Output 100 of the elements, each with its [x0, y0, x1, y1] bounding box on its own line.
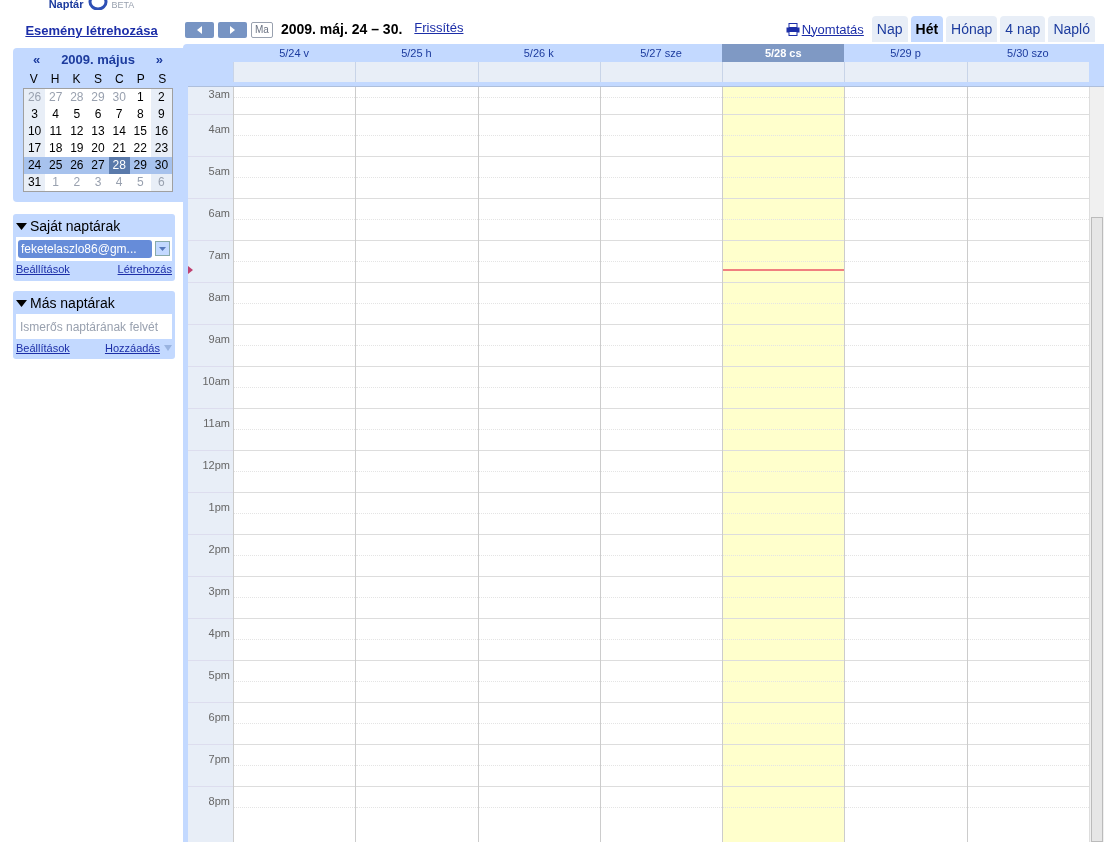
hour-label: 8pm	[208, 795, 230, 807]
refresh-link[interactable]: Frissítés	[414, 18, 464, 38]
day-cell[interactable]: 21	[108, 139, 130, 157]
day-cell[interactable]: 19	[66, 139, 88, 157]
scrollbar[interactable]	[1088, 87, 1104, 842]
day-cell[interactable]: 1	[129, 88, 151, 106]
all-day-cell[interactable]	[477, 62, 600, 82]
add-link[interactable]: Hozzáadás	[104, 339, 160, 357]
day-header[interactable]: 5/24 v	[233, 44, 356, 62]
day-cell[interactable]: 25	[45, 156, 67, 174]
next-month-button[interactable]: »	[155, 49, 163, 70]
day-column[interactable]	[844, 87, 967, 842]
day-column[interactable]	[722, 87, 845, 842]
day-cell[interactable]: 6	[87, 105, 109, 123]
day-cell[interactable]: 13	[87, 122, 109, 140]
hour-label: 7pm	[208, 753, 230, 765]
day-column[interactable]	[477, 87, 600, 842]
weekday-label: P	[135, 70, 146, 88]
previous-button[interactable]	[185, 21, 214, 38]
day-cell[interactable]: 20	[87, 139, 109, 157]
day-header[interactable]: 5/26 k	[477, 44, 600, 62]
day-cell[interactable]: 7	[108, 105, 130, 123]
all-day-cell[interactable]	[355, 62, 478, 82]
view-tab[interactable]: Nap	[871, 16, 908, 42]
day-cell[interactable]: 4	[45, 105, 67, 123]
logo-icon	[87, 0, 108, 10]
hour-label: 7am	[208, 249, 230, 261]
weekday-label: K	[71, 70, 82, 88]
day-column[interactable]	[966, 87, 1089, 842]
settings-link[interactable]: Beállítások	[16, 339, 70, 357]
current-time-marker-icon	[188, 266, 193, 274]
all-day-cell[interactable]	[722, 62, 845, 82]
day-cell[interactable]: 26	[66, 156, 88, 174]
settings-link[interactable]: Beállítások	[16, 261, 70, 278]
day-cell[interactable]: 24	[24, 156, 46, 174]
view-tab[interactable]: Hónap	[946, 16, 998, 42]
day-header[interactable]: 5/25 h	[355, 44, 478, 62]
calendar-menu-button[interactable]	[155, 241, 170, 256]
hour-label: 8am	[208, 291, 230, 303]
hour-label: 11am	[203, 417, 230, 429]
day-column[interactable]	[233, 87, 356, 842]
day-header[interactable]: 5/29 p	[844, 44, 967, 62]
day-cell[interactable]: 8	[129, 105, 151, 123]
printer-icon	[785, 22, 800, 36]
day-cell[interactable]: 22	[129, 139, 151, 157]
hour-label: 5am	[208, 165, 230, 177]
day-cell[interactable]: 15	[129, 122, 151, 140]
hour-label: 10am	[202, 375, 230, 387]
hour-label: 12pm	[202, 459, 230, 471]
view-tab[interactable]: Hét	[910, 16, 944, 42]
right-arrow-icon	[230, 25, 235, 34]
expand-icon	[16, 223, 27, 230]
all-day-cell[interactable]	[233, 62, 356, 82]
create-link[interactable]: Létrehozás	[117, 261, 172, 278]
day-header[interactable]: 5/30 szo	[966, 44, 1089, 62]
all-day-cell[interactable]	[844, 62, 967, 82]
day-cell[interactable]: 11	[45, 122, 67, 140]
day-column[interactable]	[355, 87, 478, 842]
all-day-cell[interactable]	[599, 62, 723, 82]
view-tab[interactable]: 4 nap	[1000, 16, 1046, 42]
add-calendar-field[interactable]: Ismerős naptárának felvét	[16, 313, 172, 339]
hour-label: 4pm	[208, 627, 230, 639]
hour-label: 3am	[208, 88, 230, 100]
day-cell[interactable]: 29	[129, 156, 151, 174]
section-title[interactable]: Saját naptárak	[30, 216, 121, 237]
weekday-label: S	[93, 70, 103, 88]
day-cell[interactable]: 5	[66, 105, 88, 123]
all-day-cell[interactable]	[966, 62, 1089, 82]
weekday-label: S	[157, 70, 168, 88]
expand-icon	[16, 300, 27, 307]
hour-label: 6pm	[208, 711, 230, 723]
hour-label: 6am	[208, 207, 230, 219]
print-link[interactable]: Nyomtatás	[801, 19, 864, 39]
today-button[interactable]: Ma	[251, 21, 273, 38]
day-cell[interactable]: 18	[45, 139, 67, 157]
month-title: 2009. május	[61, 50, 135, 69]
day-cell[interactable]: 28	[108, 156, 130, 174]
next-button[interactable]	[218, 21, 247, 38]
day-cell[interactable]: 14	[108, 122, 130, 140]
day-header[interactable]: 5/27 sze	[599, 44, 723, 62]
caret-icon	[164, 345, 172, 351]
day-cell[interactable]: 27	[87, 156, 109, 174]
caret-icon	[159, 246, 166, 251]
create-event-link[interactable]: Esemény létrehozása	[25, 21, 158, 41]
day-cell[interactable]: 2	[150, 88, 172, 106]
view-tab[interactable]: Napló	[1048, 16, 1095, 42]
hour-label: 9am	[208, 333, 230, 345]
section-title[interactable]: Más naptárak	[30, 293, 115, 314]
weekday-label: C	[114, 70, 125, 88]
hour-label: 2pm	[208, 543, 230, 555]
left-arrow-icon	[197, 25, 202, 34]
hour-label: 4am	[208, 123, 230, 135]
previous-month-button[interactable]: «	[33, 49, 41, 70]
hour-label: 1pm	[208, 501, 230, 513]
logo-text: Naptár	[48, 0, 84, 10]
day-cell[interactable]: 12	[66, 122, 88, 140]
weekday-label: H	[49, 70, 61, 88]
day-cell[interactable]: 30	[150, 156, 172, 174]
selected-week[interactable]: 24 25 26 27 28 29 30	[24, 156, 172, 174]
date-range: 2009. máj. 24 – 30.	[280, 20, 403, 39]
